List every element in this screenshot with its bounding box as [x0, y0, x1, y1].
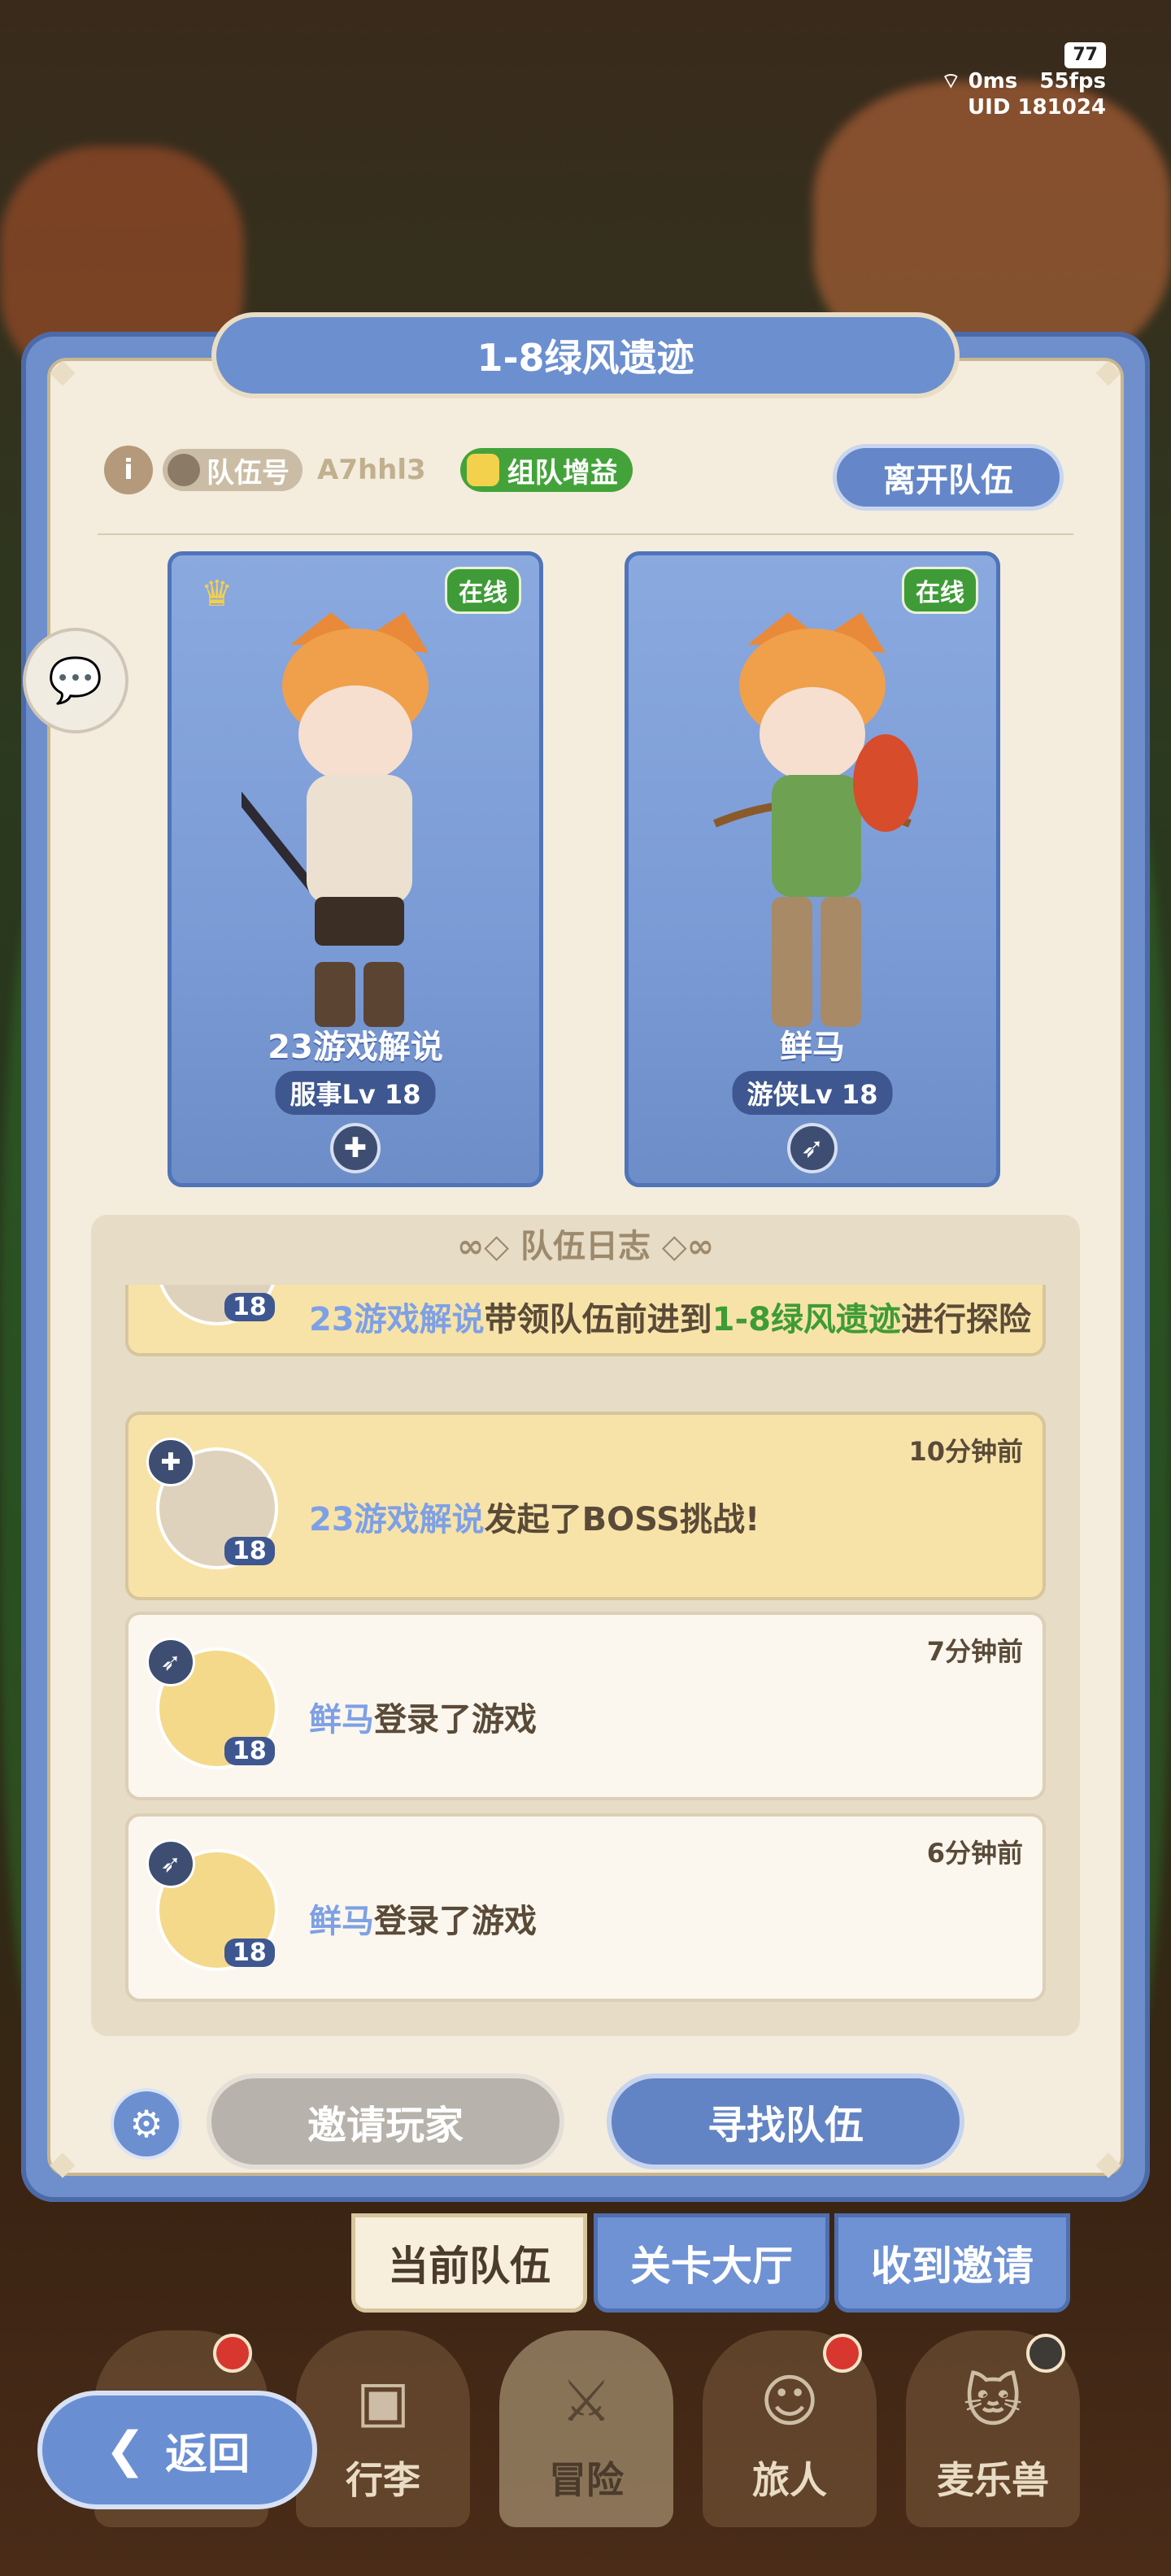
log-message: 鲜马登录了游戏	[309, 1895, 537, 1942]
leave-team-button[interactable]: 离开队伍	[833, 444, 1064, 511]
log-time: 10分钟前	[908, 1436, 1023, 1467]
cat-icon: 🐱	[963, 2368, 1023, 2435]
member-name: 鲜马	[780, 1029, 845, 1066]
member-class-level: 游侠Lv 18	[732, 1071, 893, 1115]
online-status-badge: 在线	[445, 567, 521, 614]
nav-label: 行李	[346, 2458, 420, 2502]
member-card[interactable]: 在线 鲜马 游侠Lv 18 ➶	[625, 551, 1000, 1187]
back-button[interactable]: ❮ 返回	[37, 2391, 317, 2509]
avatar-level: 18	[224, 1737, 275, 1765]
log-entry: ➶ 18 6分钟前 鲜马登录了游戏	[125, 1813, 1046, 2002]
nav-luggage[interactable]: ▣ 行李	[296, 2330, 470, 2527]
uid-text: UID 181024	[968, 95, 1106, 120]
ornament-left-icon: ∞◇	[456, 1228, 520, 1265]
team-log-title-text: 队伍日志	[520, 1228, 651, 1265]
notification-dot	[213, 2334, 252, 2373]
tab-stage-lobby[interactable]: 关卡大厅	[594, 2213, 829, 2313]
stage-title: 1-8绿风遗迹	[477, 336, 694, 380]
log-stage-name: 1-8绿风遗迹	[712, 1301, 901, 1338]
log-entry: ➶ 18 7分钟前 鲜马登录了游戏	[125, 1612, 1046, 1800]
log-time: 6分钟前	[926, 1838, 1023, 1869]
document-icon	[168, 454, 200, 486]
character-figure	[713, 612, 918, 1027]
chest-icon: ▣	[355, 2368, 411, 2435]
nav-label: 旅人	[752, 2458, 827, 2502]
tab-received-invites[interactable]: 收到邀请	[834, 2213, 1070, 2313]
bow-icon: ➶	[146, 1839, 195, 1888]
back-arrow-icon: ❮	[104, 2422, 146, 2478]
team-info-row: i 队伍号 A7hhl3 组队增益	[104, 446, 633, 494]
ping-text: 0ms	[968, 69, 1018, 94]
log-message: 23游戏解说带领队伍前进到1-8绿风遗迹进行探险	[309, 1293, 1031, 1340]
wifi-icon: ⌔	[941, 69, 961, 94]
online-status-badge: 在线	[902, 567, 978, 614]
member-name: 23游戏解说	[268, 1029, 443, 1066]
character-figure	[242, 612, 429, 1027]
log-player-name: 23游戏解说	[309, 1501, 485, 1538]
log-entry: ✚ 18 10分钟前 23游戏解说发起了BOSS挑战!	[125, 1412, 1046, 1600]
member-card-leader[interactable]: ♛ 在线 23游戏解说 服事Lv 18 ✚	[168, 551, 543, 1187]
find-team-button[interactable]: 寻找队伍	[607, 2073, 964, 2169]
bow-icon: ➶	[146, 1638, 195, 1686]
team-log-title: ∞◇ 队伍日志 ◇∞	[91, 1220, 1080, 1267]
leader-crown-icon: ♛	[201, 573, 233, 615]
chat-icon[interactable]: 💬	[23, 628, 128, 733]
nav-label: 冒险	[549, 2458, 624, 2502]
info-icon[interactable]: i	[104, 446, 153, 494]
avatar-level: 18	[224, 1537, 275, 1565]
lock-icon	[1026, 2334, 1065, 2373]
avatar-level: 18	[224, 1293, 275, 1321]
log-message: 鲜马登录了游戏	[309, 1693, 537, 1740]
buff-star-icon	[466, 454, 499, 486]
status-overlay: 77 ⌔ 0ms 55fps UID 181024	[941, 41, 1106, 120]
settings-gear-icon[interactable]: ⚙	[111, 2088, 182, 2160]
log-text-a: 带领队伍前进到	[484, 1301, 712, 1338]
log-time: 7分钟前	[926, 1636, 1023, 1667]
log-text-b: 进行探险	[900, 1301, 1031, 1338]
nav-adventure[interactable]: ⚔ 冒险	[499, 2330, 673, 2527]
team-buff-label: 组队增益	[507, 456, 618, 490]
team-id-badge: 队伍号	[163, 449, 303, 491]
crosshair-cross-icon: ✚	[330, 1123, 381, 1173]
fps-text: 55fps	[1039, 69, 1106, 94]
log-text-a: 发起了BOSS挑战!	[484, 1501, 760, 1538]
log-player-name: 鲜马	[309, 1903, 374, 1940]
character-icon: ☺	[760, 2368, 820, 2435]
team-buff-button[interactable]: 组队增益	[459, 448, 633, 492]
ornament-right-icon: ◇∞	[651, 1228, 715, 1265]
tab-current-team[interactable]: 当前队伍	[351, 2213, 587, 2313]
log-player-name: 23游戏解说	[309, 1301, 485, 1338]
log-player-name: 鲜马	[309, 1701, 374, 1738]
avatar-level: 18	[224, 1939, 275, 1967]
divider	[98, 533, 1073, 535]
log-text-a: 登录了游戏	[374, 1701, 537, 1738]
member-class-level: 服事Lv 18	[275, 1071, 436, 1115]
log-entry: 18 23游戏解说带领队伍前进到1-8绿风遗迹进行探险	[125, 1285, 1046, 1356]
bow-icon: ➶	[787, 1123, 838, 1173]
crossed-swords-icon: ⚔	[560, 2368, 612, 2435]
team-id-label: 队伍号	[207, 456, 289, 490]
team-id-value: A7hhl3	[317, 454, 426, 486]
battery-indicator: 77	[1064, 42, 1106, 68]
team-log-list[interactable]: 18 23游戏解说带领队伍前进到1-8绿风遗迹进行探险 ✚ 18 10分钟前 2…	[91, 1285, 1080, 2025]
log-message: 23游戏解说发起了BOSS挑战!	[309, 1493, 760, 1540]
log-text-a: 登录了游戏	[374, 1903, 537, 1940]
back-label: 返回	[165, 2430, 250, 2479]
stage-title-banner: 1-8绿风遗迹	[211, 312, 960, 398]
crosshair-cross-icon: ✚	[146, 1438, 195, 1486]
nav-label: 麦乐兽	[937, 2458, 1049, 2502]
notification-dot	[823, 2334, 862, 2373]
invite-player-button[interactable]: 邀请玩家	[207, 2073, 564, 2169]
